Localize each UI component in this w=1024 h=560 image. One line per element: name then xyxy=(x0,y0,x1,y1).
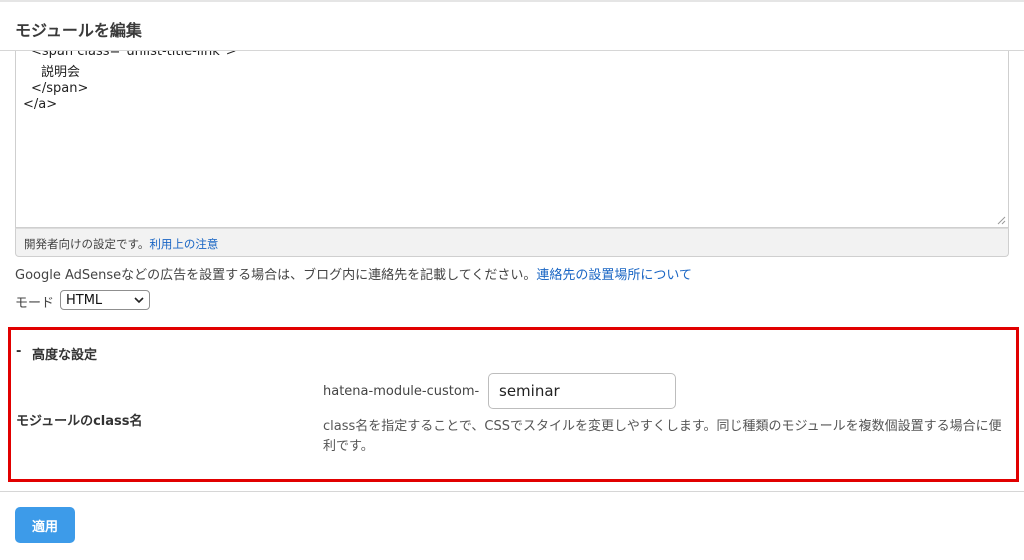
class-help-text: class名を指定することで、CSSでスタイルを変更しやすくします。同じ種類のモ… xyxy=(323,419,1002,454)
code-line: <span class="unlist-title-link"> xyxy=(31,51,237,59)
code-line: 説明会 xyxy=(41,65,81,80)
dialog-header: モジュールを編集 xyxy=(0,2,1024,51)
advanced-settings-section: - 高度な設定 モジュールのclass名 hatena-module-custo… xyxy=(8,327,1019,482)
class-prefix-text: hatena-module-custom- xyxy=(323,384,480,399)
mode-select-value: HTML xyxy=(66,293,103,308)
advanced-settings-title[interactable]: 高度な設定 xyxy=(32,344,97,363)
apply-button[interactable]: 適用 xyxy=(15,507,75,543)
mode-label: モード xyxy=(15,296,55,311)
chevron-down-icon xyxy=(134,297,144,304)
usage-notes-link[interactable]: 利用上の注意 xyxy=(149,237,218,251)
developer-note: 開発者向けの設定です。利用上の注意 xyxy=(24,236,218,252)
code-line: </span> xyxy=(31,81,89,96)
editor-footer: 開発者向けの設定です。利用上の注意 xyxy=(15,228,1009,257)
resize-grip-icon[interactable] xyxy=(997,216,1006,225)
adsense-notice: Google AdSenseなどの広告を設置する場合は、ブログ内に連絡先を記載し… xyxy=(15,264,692,283)
code-line: </a> xyxy=(23,97,58,112)
advanced-collapse-toggle[interactable]: - xyxy=(16,344,21,359)
mode-select[interactable]: HTML xyxy=(60,290,150,310)
class-name-input[interactable] xyxy=(488,373,676,409)
footer-divider xyxy=(0,491,1024,492)
code-editor[interactable]: <span class="unlist-title-link"> 説明会 </s… xyxy=(15,51,1009,228)
module-class-label: モジュールのclass名 xyxy=(16,414,143,429)
developer-note-text: 開発者向けの設定です。 xyxy=(24,237,150,251)
contact-placement-link[interactable]: 連絡先の設置場所について xyxy=(536,268,692,283)
adsense-notice-text: Google AdSenseなどの広告を設置する場合は、ブログ内に連絡先を記載し… xyxy=(15,268,537,283)
dialog-title: モジュールを編集 xyxy=(15,21,142,40)
